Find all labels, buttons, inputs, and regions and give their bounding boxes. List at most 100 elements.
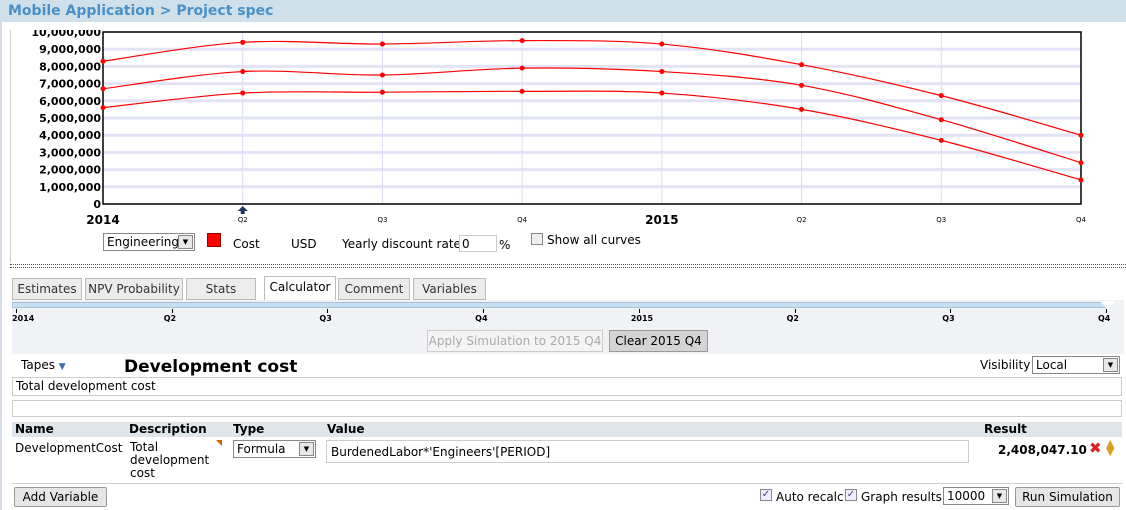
tab-comment[interactable]: Comment xyxy=(338,278,410,300)
chevron-down-icon: ▼ xyxy=(299,442,314,456)
timeline-tick xyxy=(794,309,796,313)
y-tick-label: 10,000,000 xyxy=(31,30,101,39)
x-tick-label: Q4 xyxy=(517,216,528,224)
timeline-tick xyxy=(483,309,485,313)
tab-variables[interactable]: Variables xyxy=(413,278,486,300)
x-tick-label: 2014 xyxy=(86,213,119,227)
main-area: 0 1,000,000 2,000,000 3,000,000 4,000,000 5,0… xyxy=(2,22,1126,510)
caret-down-icon: ▼ xyxy=(58,362,66,372)
chevron-down-icon: ▼ xyxy=(178,235,193,249)
tab-calculator[interactable]: Calculator xyxy=(264,276,336,301)
chevron-down-icon: ▼ xyxy=(992,489,1007,503)
y-tick-label: 1,000,000 xyxy=(39,181,101,194)
chart: 0 1,000,000 2,000,000 3,000,000 4,000,000 5,0… xyxy=(10,26,1124,262)
cost-chart: 0 1,000,000 2,000,000 3,000,000 4,000,000 5,0… xyxy=(31,26,1087,227)
graph-results-label: Graph results xyxy=(861,490,942,504)
data-point xyxy=(100,58,106,64)
run-simulation-button[interactable]: Run Simulation xyxy=(1015,487,1120,507)
variable-title: Development cost xyxy=(124,357,298,377)
timeline-tick xyxy=(16,309,17,313)
data-point xyxy=(240,69,246,75)
graph-results-checkbox[interactable]: ✓ xyxy=(845,489,857,501)
timeline-handle[interactable] xyxy=(1100,301,1116,310)
show-all-curves-label: Show all curves xyxy=(547,233,641,247)
variable-editor: Tapes ▼ Development cost Visibility Loca… xyxy=(12,354,1124,510)
y-tick-label: 3,000,000 xyxy=(39,146,101,159)
iterations-select[interactable]: 10000 ▼ xyxy=(943,487,1009,505)
variable-description: Total development cost xyxy=(130,440,210,480)
data-point xyxy=(519,65,525,71)
show-all-curves-checkbox[interactable] xyxy=(531,233,543,245)
timeline-label: Q2 xyxy=(163,314,177,323)
y-tick-label: 7,000,000 xyxy=(39,78,101,91)
series-color-swatch[interactable] xyxy=(207,233,221,247)
timeline-label: Q3 xyxy=(319,314,332,323)
x-tick-label: Q4 xyxy=(1076,216,1087,224)
data-point xyxy=(100,86,106,92)
data-point xyxy=(938,137,944,143)
x-tick-label: Q2 xyxy=(797,216,807,224)
data-point xyxy=(659,41,665,47)
divider xyxy=(12,483,1122,484)
calculator-panel: 2014 Q2 Q3 Q4 2015 Q2 Q3 Q4 Apply Simulation to… xyxy=(12,300,1124,510)
data-point xyxy=(659,90,665,96)
variable-name[interactable]: DevelopmentCost xyxy=(15,441,122,455)
y-tick-label: 4,000,000 xyxy=(39,129,101,142)
timeline-slider[interactable] xyxy=(12,302,1110,308)
timeline-label: Q2 xyxy=(786,314,799,323)
delete-icon[interactable]: ✖ xyxy=(1089,439,1102,457)
auto-recalc-label: Auto recalc xyxy=(776,490,844,504)
apply-simulation-button[interactable]: Apply Simulation to 2015 Q4 xyxy=(427,330,603,352)
timeline-tick xyxy=(638,309,640,313)
type-select[interactable]: Formula ▼ xyxy=(233,440,316,458)
timeline-tick xyxy=(327,309,329,313)
timeline-tick xyxy=(950,309,952,313)
data-point xyxy=(799,62,805,68)
data-point xyxy=(519,38,525,44)
data-point xyxy=(799,82,805,88)
comment-marker-icon xyxy=(216,440,222,446)
x-tick-label: Q2 xyxy=(238,216,248,224)
y-tick-label: 0 xyxy=(93,198,101,211)
current-period-marker-icon xyxy=(237,206,248,214)
timeline-label: 2015 xyxy=(630,314,654,323)
timeline-label: Q4 xyxy=(1098,314,1111,323)
visibility-select[interactable]: Local ▼ xyxy=(1032,356,1120,374)
tab-npv-probability[interactable]: NPV Probability xyxy=(85,278,183,300)
data-point xyxy=(240,39,246,45)
percent-label: % xyxy=(499,238,511,252)
data-point xyxy=(938,93,944,99)
data-point xyxy=(379,89,385,95)
currency-label: USD xyxy=(291,237,317,251)
timeline-label: Q3 xyxy=(942,314,955,323)
category-select[interactable]: Engineering ▼ xyxy=(103,233,195,251)
visibility-label: Visibility xyxy=(980,358,1031,372)
splitter[interactable] xyxy=(10,264,1126,268)
tab-stats[interactable]: Stats xyxy=(186,278,256,300)
formula-input[interactable]: BurdenedLabor*'Engineers'[PERIOD] xyxy=(326,440,969,463)
data-point xyxy=(379,41,385,47)
tab-estimates[interactable]: Estimates xyxy=(12,278,82,300)
discount-rate-input[interactable] xyxy=(459,235,497,252)
clear-button[interactable]: Clear 2015 Q4 xyxy=(609,330,708,352)
data-point xyxy=(1078,177,1084,183)
reorder-icon[interactable]: ▲ ▼ xyxy=(1106,438,1114,457)
notes-input[interactable] xyxy=(12,400,1122,417)
variables-table-header: Name Description Type Value Result xyxy=(12,422,1122,437)
data-point xyxy=(1078,160,1084,166)
y-tick-label: 6,000,000 xyxy=(39,95,101,108)
chevron-down-icon: ▼ xyxy=(1103,358,1118,372)
data-point xyxy=(240,90,246,96)
auto-recalc-checkbox[interactable]: ✓ xyxy=(760,489,772,501)
x-tick-label: Q3 xyxy=(936,216,946,224)
discount-label: Yearly discount rate xyxy=(342,237,461,251)
y-tick-label: 2,000,000 xyxy=(39,164,101,177)
result-value: 2,408,047.10 xyxy=(998,443,1087,457)
description-input[interactable]: Total development cost xyxy=(12,377,1122,396)
timeline-tick xyxy=(171,309,173,313)
x-tick-label: Q3 xyxy=(377,216,387,224)
timeline-label: Q4 xyxy=(475,314,488,323)
tapes-menu[interactable]: Tapes ▼ xyxy=(21,358,66,372)
add-variable-button[interactable]: Add Variable xyxy=(14,487,107,507)
x-tick-label: 2015 xyxy=(645,213,678,227)
